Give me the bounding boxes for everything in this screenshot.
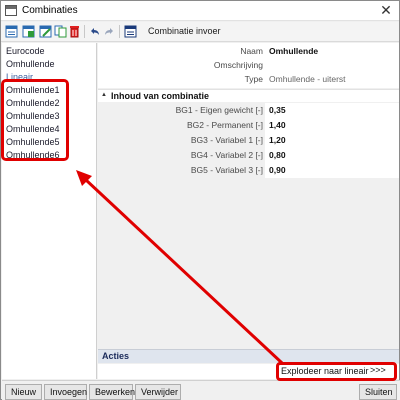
insert-button[interactable]: Invoegen (44, 384, 87, 400)
edit-icon[interactable] (39, 25, 52, 38)
type-row: Type Omhullende - uiterst (98, 73, 399, 86)
combinations-dialog: Combinaties ✕ Combinatie invoer Eurocode… (0, 0, 400, 400)
description-row: Omschrijving (98, 59, 399, 72)
description-label: Omschrijving (213, 60, 263, 70)
explode-label: Explodeer naar lineair (281, 366, 369, 376)
table-icon[interactable] (124, 25, 137, 38)
name-row: Naam Omhullende (98, 45, 399, 58)
explode-action-row: Explodeer naar lineair >>> (98, 364, 399, 379)
list-item-omhullende5[interactable]: Omhullende5 (2, 136, 96, 149)
list-item-eurocode[interactable]: Eurocode (2, 45, 96, 58)
window-title: Combinaties (22, 5, 78, 16)
explode-button[interactable]: >>> (370, 365, 386, 375)
title-bar: Combinaties ✕ (1, 1, 399, 21)
section-title: Inhoud van combinatie (111, 91, 210, 101)
copy-icon[interactable] (54, 25, 67, 38)
insert-icon[interactable] (22, 25, 35, 38)
name-field[interactable]: Omhullende (269, 45, 318, 58)
coefficient-label: BG5 - Variabel 3 [-] (190, 165, 263, 175)
coefficient-field[interactable]: 0,90 (269, 164, 286, 177)
name-label: Naam (240, 46, 263, 56)
edit-button[interactable]: Bewerken (89, 384, 135, 400)
window-icon (5, 5, 17, 16)
coefficient-row: BG5 - Variabel 3 [-] 0,90 (98, 164, 399, 177)
general-properties: Naam Omhullende Omschrijving Type Omhull… (98, 43, 399, 88)
actions-title: Acties (102, 351, 130, 361)
toolbar-separator (84, 25, 85, 38)
button-bar: Nieuw Invoegen Bewerken Verwijder Sluite… (2, 380, 400, 400)
coefficient-label: BG1 - Eigen gewicht [-] (175, 105, 263, 115)
delete-icon[interactable] (68, 25, 81, 38)
coefficient-row: BG1 - Eigen gewicht [-] 0,35 (98, 104, 399, 117)
close-button[interactable]: ✕ (379, 2, 393, 18)
combination-list: Eurocode Omhullende Lineair Omhullende1 … (2, 43, 97, 379)
toolbar-label: Combinatie invoer (148, 26, 221, 36)
coefficient-label: BG4 - Variabel 2 [-] (190, 150, 263, 160)
list-item-omhullende[interactable]: Omhullende (2, 58, 96, 71)
coefficient-field[interactable]: 0,80 (269, 149, 286, 162)
toolbar-separator (119, 25, 120, 38)
coefficient-label: BG2 - Permanent [-] (186, 120, 263, 130)
section-header[interactable]: ▲ Inhoud van combinatie (98, 89, 399, 102)
toolbar: Combinatie invoer (1, 22, 399, 42)
new-icon[interactable] (5, 25, 18, 38)
redo-icon[interactable] (103, 25, 116, 38)
coefficient-label: BG3 - Variabel 1 [-] (190, 135, 263, 145)
list-item-omhullende4[interactable]: Omhullende4 (2, 123, 96, 136)
type-label: Type (244, 74, 263, 84)
properties-panel: Naam Omhullende Omschrijving Type Omhull… (98, 43, 399, 379)
type-field[interactable]: Omhullende - uiterst (269, 73, 346, 86)
coefficient-field[interactable]: 1,40 (269, 119, 286, 132)
new-button[interactable]: Nieuw (5, 384, 42, 400)
actions-header: Acties (98, 349, 399, 363)
list-item-omhullende2[interactable]: Omhullende2 (2, 97, 96, 110)
coefficient-field[interactable]: 0,35 (269, 104, 286, 117)
list-item-omhullende3[interactable]: Omhullende3 (2, 110, 96, 123)
coefficient-row: BG2 - Permanent [-] 1,40 (98, 119, 399, 132)
close-dialog-button[interactable]: Sluiten (359, 384, 397, 400)
undo-icon[interactable] (88, 25, 101, 38)
list-item-omhullende6[interactable]: Omhullende6 (2, 149, 96, 162)
coefficient-row: BG4 - Variabel 2 [-] 0,80 (98, 149, 399, 162)
coefficient-row: BG3 - Variabel 1 [-] 1,20 (98, 134, 399, 147)
list-item-omhullende1[interactable]: Omhullende1 (2, 84, 96, 97)
collapse-icon[interactable]: ▲ (101, 92, 107, 98)
delete-button[interactable]: Verwijder (135, 384, 181, 400)
list-item-lineair[interactable]: Lineair (2, 71, 96, 84)
coefficient-field[interactable]: 1,20 (269, 134, 286, 147)
